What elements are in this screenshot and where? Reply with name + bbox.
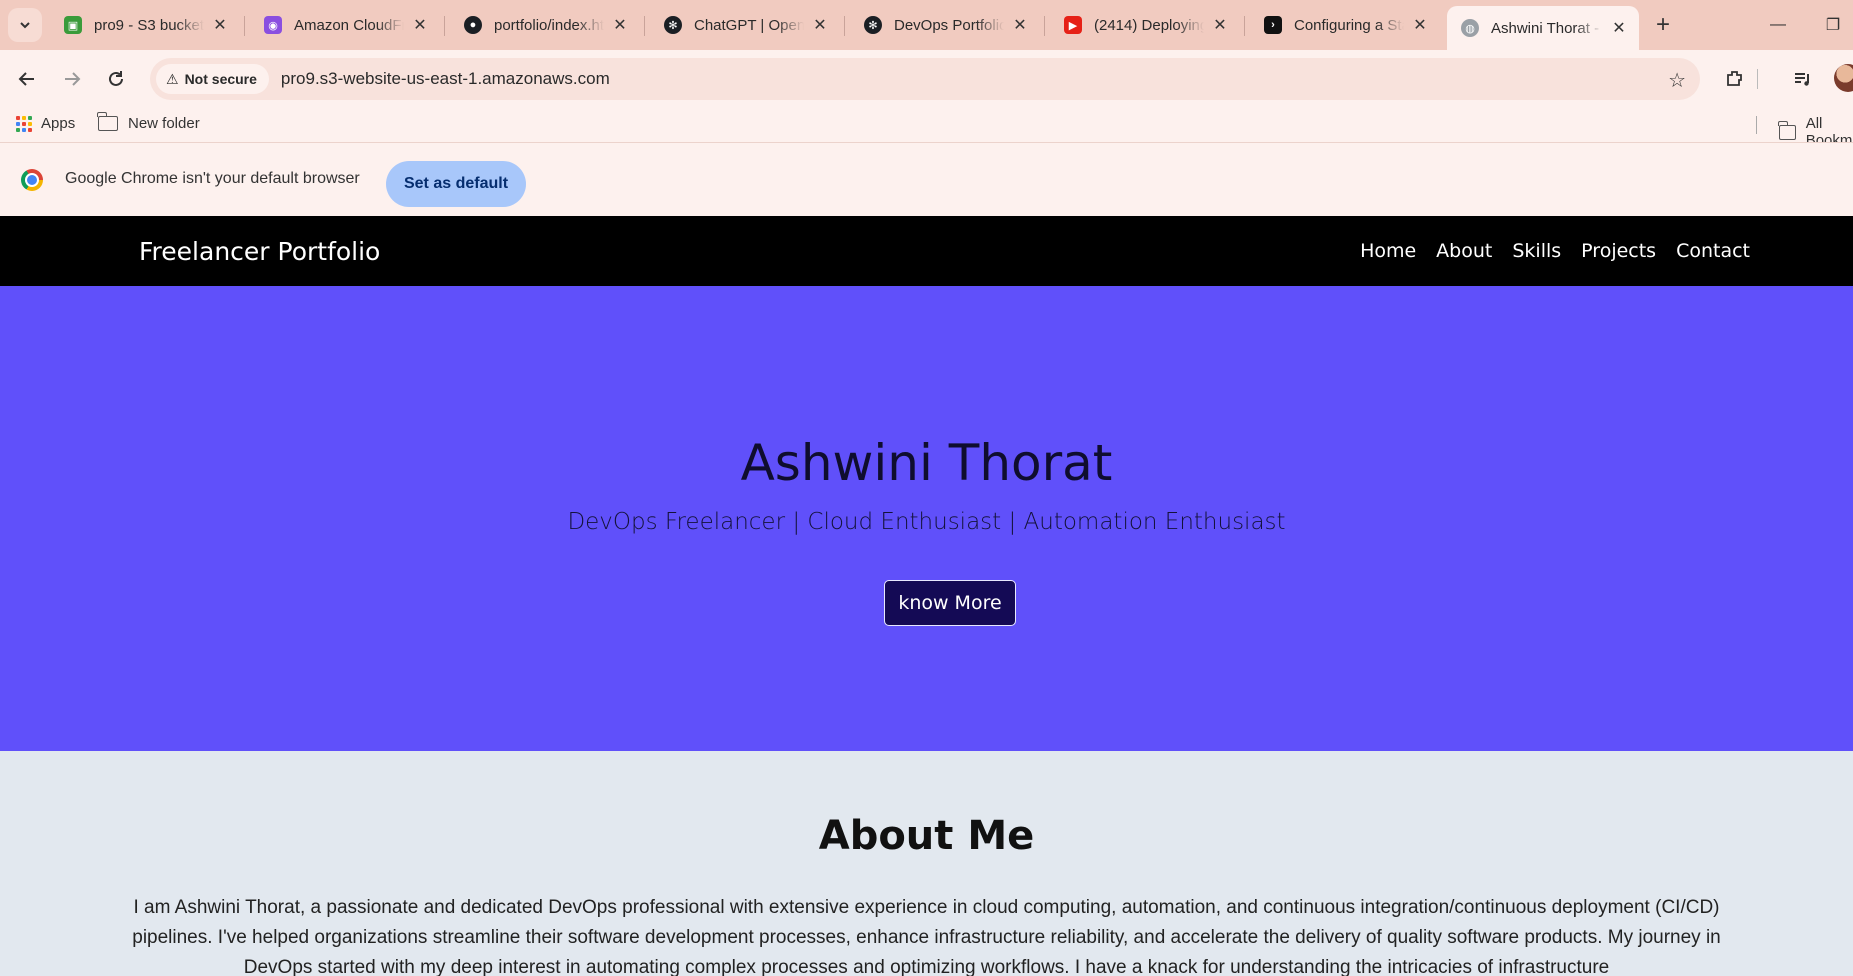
- bookmarks-bar: Apps New folder All Bookmarks: [0, 108, 1853, 149]
- reload-icon: [109, 71, 123, 86]
- nav-link-projects[interactable]: Projects: [1581, 240, 1656, 262]
- close-tab-icon[interactable]: ✕: [410, 15, 430, 35]
- bookmark-apps[interactable]: Apps: [16, 115, 75, 132]
- tab-devops-portfolio[interactable]: ✻ DevOps Portfolio ✕: [850, 6, 1040, 44]
- tab-title: pro9 - S3 bucket: [94, 16, 204, 34]
- bookmark-label: Apps: [41, 115, 76, 132]
- browser-toolbar: ⚠ Not secure pro9.s3-website-us-east-1.a…: [0, 50, 1853, 108]
- close-tab-icon[interactable]: ✕: [810, 15, 830, 35]
- url-text[interactable]: pro9.s3-website-us-east-1.amazonaws.com: [281, 69, 610, 89]
- bookmark-star-icon[interactable]: ☆: [1668, 68, 1686, 93]
- tab-youtube[interactable]: ▶ (2414) Deploying ✕: [1050, 6, 1240, 44]
- default-browser-infobar: Google Chrome isn't your default browser…: [0, 142, 1853, 216]
- new-tab-button[interactable]: +: [1648, 10, 1678, 40]
- tab-cloudfront[interactable]: ◉ Amazon CloudFront ✕: [250, 6, 440, 44]
- nav-link-home[interactable]: Home: [1360, 240, 1416, 262]
- nav-link-about[interactable]: About: [1436, 240, 1492, 262]
- tab-title: Configuring a Static: [1294, 16, 1404, 34]
- site-navbar: Freelancer Portfolio Home About Skills P…: [0, 216, 1853, 286]
- nav-link-skills[interactable]: Skills: [1512, 240, 1561, 262]
- tab-title: DevOps Portfolio: [894, 16, 1004, 34]
- tab-github[interactable]: ● portfolio/index.html ✕: [450, 6, 640, 44]
- nav-link-contact[interactable]: Contact: [1676, 240, 1750, 262]
- forward-button[interactable]: [56, 63, 88, 95]
- tab-search-button[interactable]: [8, 8, 42, 42]
- about-heading: About Me: [818, 813, 1035, 859]
- hero-name: Ashwini Thorat: [740, 434, 1113, 492]
- github-icon: ●: [464, 16, 482, 34]
- web-page: Freelancer Portfolio Home About Skills P…: [0, 216, 1853, 976]
- bookmarks-divider: [1756, 116, 1757, 134]
- extensions-icon[interactable]: [1720, 64, 1750, 94]
- about-section: About Me I am Ashwini Thorat, a passiona…: [0, 751, 1853, 976]
- tab-title: portfolio/index.html: [494, 16, 604, 34]
- minimize-button[interactable]: —: [1758, 10, 1798, 40]
- back-button[interactable]: [11, 63, 43, 95]
- openai-icon: ✻: [664, 16, 682, 34]
- close-tab-icon[interactable]: ✕: [1609, 18, 1629, 38]
- media-controls-icon[interactable]: [1788, 64, 1818, 94]
- folder-icon: [1778, 120, 1796, 140]
- tab-s3-bucket[interactable]: ▣ pro9 - S3 bucket ✕: [50, 6, 240, 44]
- about-text: I am Ashwini Thorat, a passionate and de…: [132, 897, 1721, 976]
- close-tab-icon[interactable]: ✕: [610, 15, 630, 35]
- set-as-default-button[interactable]: Set as default: [386, 161, 526, 207]
- chrome-logo-icon: [21, 169, 43, 191]
- bookmark-label: New folder: [128, 115, 200, 132]
- s3-bucket-icon: ▣: [64, 16, 82, 34]
- hero-section: Ashwini Thorat DevOps Freelancer | Cloud…: [0, 286, 1853, 751]
- security-label: Not secure: [184, 71, 257, 87]
- close-tab-icon[interactable]: ✕: [1410, 15, 1430, 35]
- know-more-button[interactable]: know More: [884, 580, 1016, 626]
- close-tab-icon[interactable]: ✕: [1210, 15, 1230, 35]
- security-chip[interactable]: ⚠ Not secure: [156, 64, 269, 94]
- close-tab-icon[interactable]: ✕: [1010, 15, 1030, 35]
- globe-icon: ◍: [1461, 19, 1479, 37]
- site-nav-links: Home About Skills Projects Contact: [1360, 240, 1750, 262]
- chevron-down-icon: [20, 22, 30, 29]
- apps-grid-icon: [16, 115, 32, 132]
- toolbar-divider: [1757, 69, 1758, 89]
- tab-title: ChatGPT | OpenAI: [694, 16, 804, 34]
- arrow-left-icon: [18, 72, 34, 86]
- tab-configuring-static[interactable]: › Configuring a Static ✕: [1250, 6, 1440, 44]
- bookmark-new-folder[interactable]: New folder: [97, 112, 200, 132]
- cloudfront-icon: ◉: [264, 16, 282, 34]
- site-brand[interactable]: Freelancer Portfolio: [139, 237, 380, 266]
- tab-title: Amazon CloudFront: [294, 16, 404, 34]
- tab-title: Ashwini Thorat -: [1491, 19, 1600, 37]
- address-bar[interactable]: ⚠ Not secure pro9.s3-website-us-east-1.a…: [150, 58, 1700, 100]
- maximize-button[interactable]: ❐: [1813, 10, 1853, 40]
- terminal-icon: ›: [1264, 16, 1282, 34]
- infobar-message: Google Chrome isn't your default browser: [65, 170, 360, 187]
- close-tab-icon[interactable]: ✕: [210, 15, 230, 35]
- folder-icon: [97, 112, 118, 131]
- tab-chatgpt[interactable]: ✻ ChatGPT | OpenAI ✕: [650, 6, 840, 44]
- hero-tagline: DevOps Freelancer | Cloud Enthusiast | A…: [567, 509, 1286, 535]
- tab-title: (2414) Deploying: [1094, 16, 1204, 34]
- tab-strip: ▣ pro9 - S3 bucket ✕ ◉ Amazon CloudFront…: [0, 0, 1853, 50]
- profile-avatar[interactable]: [1834, 64, 1853, 92]
- youtube-icon: ▶: [1064, 16, 1082, 34]
- arrow-right-icon: [65, 72, 81, 86]
- warning-icon: ⚠: [166, 70, 179, 87]
- tab-ashwini-thorat[interactable]: ◍ Ashwini Thorat - ✕: [1447, 6, 1639, 50]
- reload-button[interactable]: [100, 63, 132, 95]
- openai-icon: ✻: [864, 16, 882, 34]
